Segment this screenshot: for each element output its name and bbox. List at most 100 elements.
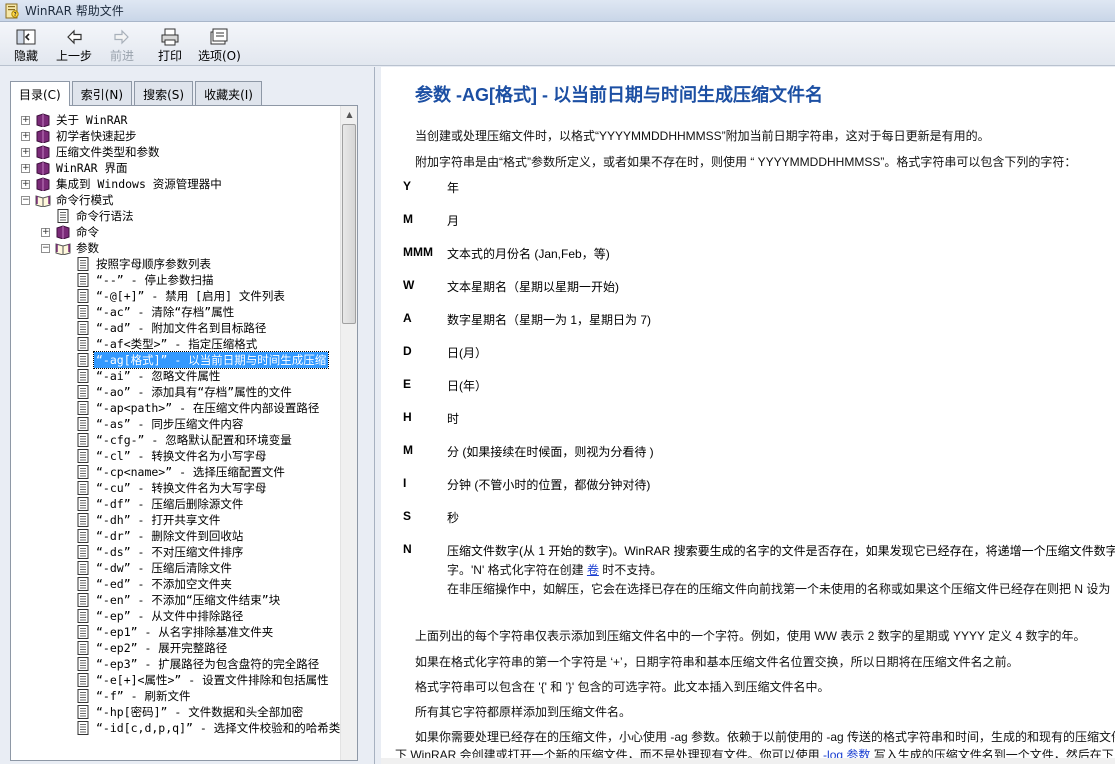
expand-icon[interactable]: + [21,163,30,173]
tree-item-label: 命令 [76,225,99,239]
tree-item[interactable]: + 命令 [11,224,341,240]
tree-item-label: “-ad” - 附加文件名到目标路径 [96,321,267,335]
forward-button[interactable]: 前进 [102,22,142,64]
page-icon [75,609,91,623]
tree-item-label: “-dh” - 打开共享文件 [96,513,221,527]
tree-scroll-thumb[interactable] [342,124,356,324]
book-icon [55,225,71,240]
tree-item[interactable]: 按照字母顺序参数列表 [11,256,341,272]
tree-item[interactable]: “-ao” - 添加具有“存档”属性的文件 [11,384,341,400]
tree-item[interactable]: “-ed” - 不添加空文件夹 [11,576,341,592]
expand-icon[interactable]: + [21,147,30,157]
page-icon [75,545,91,559]
tab-index[interactable]: 索引(N) [71,81,133,105]
tree-item-label: “-hp[密码]” - 文件数据和头全部加密 [96,705,304,719]
tree-item-label: 参数 [76,241,99,255]
expand-icon[interactable]: + [21,179,30,189]
contents-tree[interactable]: + 关于 WinRAR + 初学者快速起步 + 压缩文件类型和参数 + WinRAR 界面 + 集… [10,105,358,761]
tree-item[interactable]: “-ac” - 清除“存档”属性 [11,304,341,320]
book-icon [35,113,51,128]
back-button-label: 上一步 [55,49,92,63]
tree-item[interactable]: “-ap<path>” - 在压缩文件内部设置路径 [11,400,341,416]
open-book-icon [55,241,71,256]
tree-item[interactable]: “-as” - 同步压缩文件内容 [11,416,341,432]
collapse-icon[interactable]: − [41,243,50,253]
collapse-icon[interactable]: − [21,195,30,205]
svg-text:?: ? [14,12,17,18]
format-key: E [403,377,412,391]
expand-icon[interactable]: + [41,227,50,237]
page-icon [75,705,91,719]
paragraph-5: 如果你需要处理已经存在的压缩文件，小心使用 -ag 参数。依赖于以前使用的 -a… [415,730,1115,744]
tree-item[interactable]: 命令行语法 [11,208,341,224]
expand-icon[interactable]: + [21,115,30,125]
format-key: M [403,443,413,457]
tree-item[interactable]: “-df” - 压缩后删除源文件 [11,496,341,512]
tree-item[interactable]: “-dr” - 删除文件到回收站 [11,528,341,544]
tree-item[interactable]: “-cp<name>” - 选择压缩配置文件 [11,464,341,480]
expand-icon[interactable]: + [21,131,30,141]
tree-item-label: “-ao” - 添加具有“存档”属性的文件 [96,385,292,399]
tree-item[interactable]: “-ep2” - 展开完整路径 [11,640,341,656]
tab-search[interactable]: 搜索(S) [134,81,194,105]
tree-item-label: “-ep3” - 扩展路径为包含盘符的完全路径 [96,657,320,671]
format-description: 数字星期名（星期一为 1，星期日为 7) [447,313,652,327]
back-button[interactable]: 上一步 [54,22,94,64]
n-desc-line-2-tail: 时不支持。 [602,563,663,577]
tree-item[interactable]: + 关于 WinRAR [11,112,341,128]
tab-favorites[interactable]: 收藏夹(I) [195,81,262,105]
tree-item[interactable]: “-f” - 刷新文件 [11,688,341,704]
format-key: A [403,311,412,325]
tree-item[interactable]: “-@[+]” - 禁用 [启用] 文件列表 [11,288,341,304]
tree-item[interactable]: “-ag[格式]” - 以当前日期与时间生成压缩 [11,351,341,369]
tree-item-label: “-f” - 刷新文件 [96,689,191,703]
toolbar: 隐藏 上一步 前进 打印 选项(O) [0,22,1115,66]
tree-item[interactable]: “-ad” - 附加文件名到目标路径 [11,320,341,336]
format-key: H [403,410,412,424]
options-button[interactable]: 选项(O) [198,22,241,64]
navigation-pane: 目录(C) 索引(N) 搜索(S) 收藏夹(I) + 关于 WinRAR + 初学者快… [0,67,375,764]
tree-item[interactable]: “-ep3” - 扩展路径为包含盘符的完全路径 [11,656,341,672]
tree-item[interactable]: “-ds” - 不对压缩文件排序 [11,544,341,560]
tree-item[interactable]: “-ep1” - 从名字排除基准文件夹 [11,624,341,640]
tree-item[interactable]: “-dh” - 打开共享文件 [11,512,341,528]
tree-item-label: “-ep” - 从文件中排除路径 [96,609,244,623]
tree-item[interactable]: + 集成到 Windows 资源管理器中 [11,176,341,192]
content-hscrollbar[interactable] [381,758,1115,764]
tree-item[interactable]: − 参数 [11,240,341,256]
hide-button[interactable]: 隐藏 [6,22,46,64]
format-description: 日(月） [447,346,487,360]
page-icon [75,657,91,671]
tree-item[interactable]: − 命令行模式 [11,192,341,208]
format-description: 年 [447,181,460,195]
tree-item[interactable]: “-af<类型>” - 指定压缩格式 [11,336,341,352]
tree-item[interactable]: + WinRAR 界面 [11,160,341,176]
format-description: 文本星期名（星期以星期一开始) [447,280,619,294]
tree-item[interactable]: “-en” - 不添加“压缩文件结束”块 [11,592,341,608]
tree-item[interactable]: + 压缩文件类型和参数 [11,144,341,160]
volumes-link[interactable]: 卷 [587,563,599,577]
format-key: MMM [403,245,433,259]
tree-item[interactable]: “-ai” - 忽略文件属性 [11,368,341,384]
tree-item[interactable]: “-ep” - 从文件中排除路径 [11,608,341,624]
tree-item-label: 按照字母顺序参数列表 [96,257,211,271]
page-icon [75,625,91,639]
tree-item[interactable]: “-e[+]<属性>” - 设置文件排除和包括属性 [11,672,341,688]
tree-item[interactable]: “-cu” - 转换文件名为大写字母 [11,480,341,496]
tree-item[interactable]: “--” - 停止参数扫描 [11,272,341,288]
tab-contents[interactable]: 目录(C) [10,81,70,106]
tree-item[interactable]: “-cfg-” - 忽略默认配置和环境变量 [11,432,341,448]
tree-item[interactable]: “-cl” - 转换文件名为小写字母 [11,448,341,464]
format-description: 月 [447,214,460,228]
tree-item-label: 集成到 Windows 资源管理器中 [56,177,222,191]
tree-item[interactable]: + 初学者快速起步 [11,128,341,144]
tree-item[interactable]: “-id[c,d,p,q]” - 选择文件校验和的哈希类型 [11,720,352,736]
tree-item[interactable]: “-hp[密码]” - 文件数据和头全部加密 [11,704,341,720]
print-button[interactable]: 打印 [150,22,190,64]
tree-item-label: “-ap<path>” - 在压缩文件内部设置路径 [96,401,320,415]
tree-scrollbar[interactable]: ▲ [340,106,357,760]
scroll-up-arrow-icon[interactable]: ▲ [341,106,357,123]
tree-item-label: WinRAR 界面 [56,161,128,175]
tree-item[interactable]: “-dw” - 压缩后清除文件 [11,560,341,576]
tree-item-label: “-dw” - 压缩后清除文件 [96,561,232,575]
